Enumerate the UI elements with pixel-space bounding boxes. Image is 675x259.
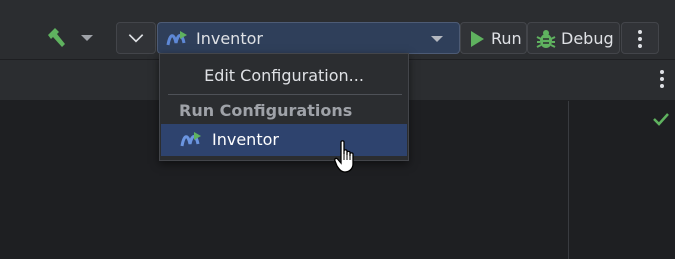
debug-button-label: Debug [561,29,614,48]
run-configurations-popup: Edit Configuration... Run Configurations… [159,53,409,161]
kebab-menu-icon [638,30,642,48]
run-configuration-item-label: Inventor [212,130,279,149]
popup-separator [168,94,402,95]
bug-icon [536,30,556,48]
config-dropdown-button[interactable] [116,22,156,54]
run-button-label: Run [491,29,522,48]
editor-divider [568,101,569,259]
android-run-config-icon [166,31,187,46]
checkmark-icon [653,113,669,126]
kebab-menu-icon[interactable] [656,68,668,90]
edit-configuration-item[interactable]: Edit Configuration... [160,62,408,90]
hand-cursor-icon [334,140,354,173]
hammer-icon[interactable] [44,26,68,50]
run-configuration-label: Inventor [196,29,263,48]
play-icon [471,31,484,47]
chevron-down-icon[interactable] [80,33,94,43]
popup-section-title: Run Configurations [179,101,353,120]
chevron-down-icon [128,34,144,43]
android-run-config-icon [180,132,201,147]
caret-down-icon [431,36,443,42]
